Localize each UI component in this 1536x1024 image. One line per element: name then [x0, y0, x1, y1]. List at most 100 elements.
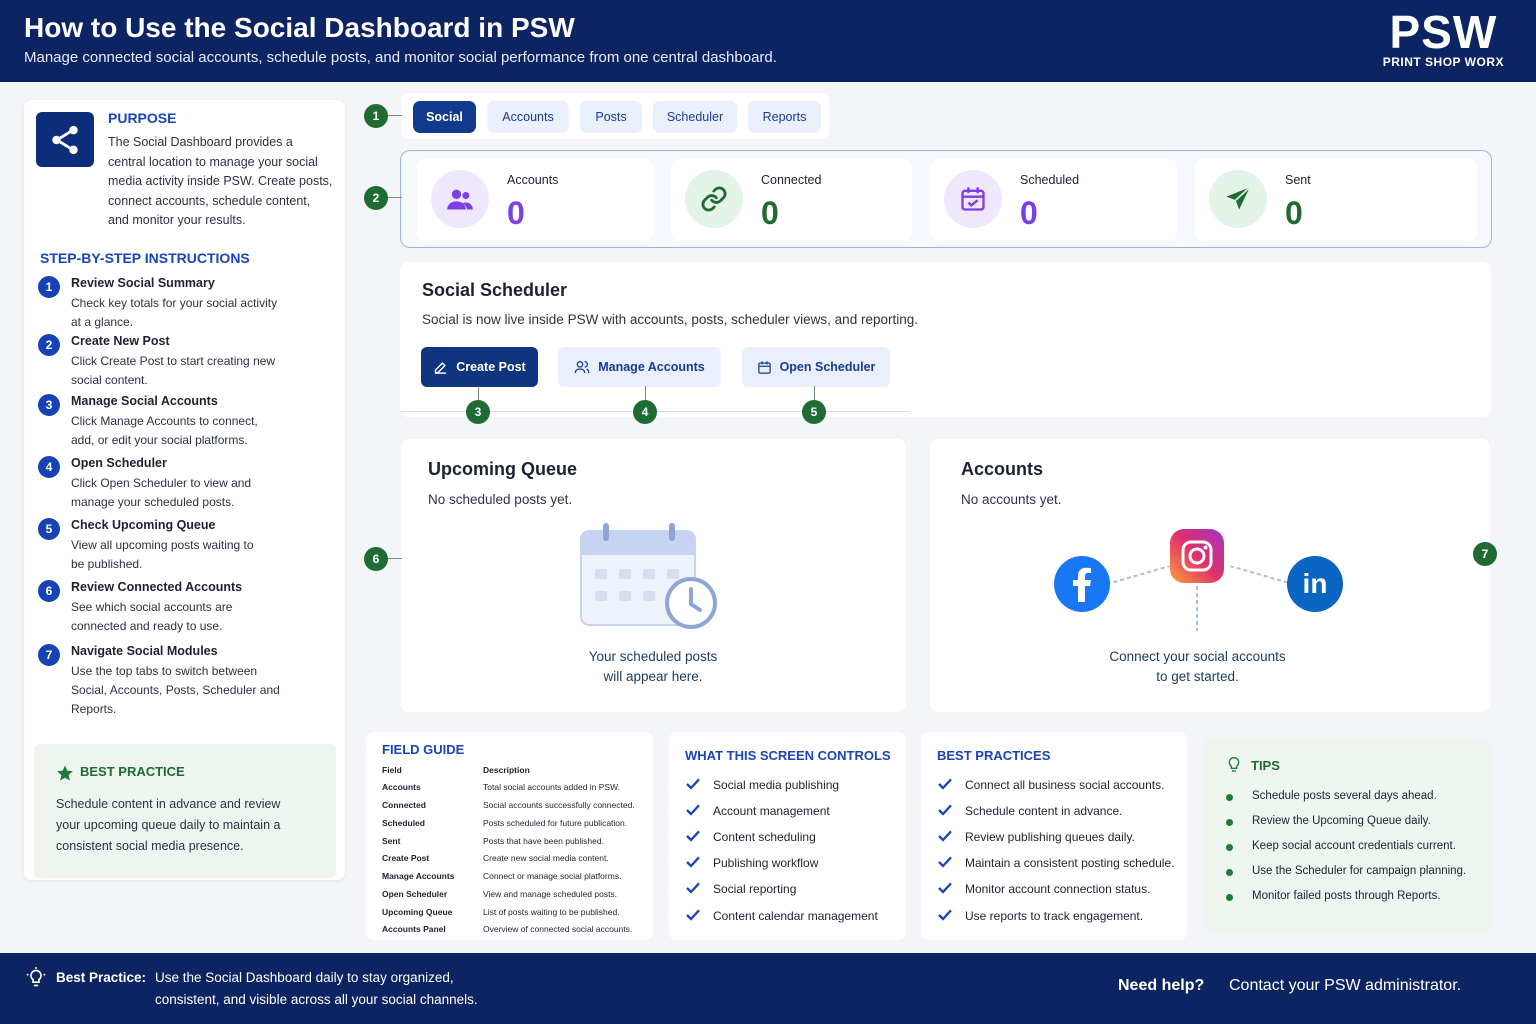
tips-title: TIPS — [1251, 758, 1280, 773]
check-icon — [938, 882, 952, 894]
check-icon — [686, 804, 700, 816]
users-icon — [574, 361, 590, 374]
step-title: Review Connected Accounts — [71, 580, 243, 594]
step-number: 3 — [38, 394, 60, 416]
check-icon — [686, 830, 700, 842]
field-description: Connect or manage social platforms. — [483, 871, 622, 881]
field-description: Posts that have been published. — [483, 836, 604, 846]
step-description: Use the top tabs to switch between Socia… — [71, 664, 280, 716]
field-guide-title: FIELD GUIDE — [382, 742, 465, 757]
list-item-label: Connect all business social accounts. — [965, 778, 1165, 792]
manage-accounts-button[interactable]: Manage Accounts — [558, 347, 721, 387]
social-summary: Accounts 0 Connected 0 Scheduled 0 Sent … — [400, 150, 1492, 248]
step-description: View all upcoming posts waiting to be pu… — [71, 538, 254, 571]
tab-posts[interactable]: Posts — [580, 101, 642, 133]
social-scheduler-card: Social Scheduler Social is now live insi… — [400, 262, 1491, 417]
field-name: Upcoming Queue — [382, 907, 453, 917]
callout-2: 2 — [364, 186, 388, 210]
logo-subtitle: PRINT SHOP WORX — [1382, 55, 1504, 69]
tab-accounts[interactable]: Accounts — [487, 101, 569, 133]
tab-scheduler[interactable]: Scheduler — [653, 101, 737, 133]
callout-4: 4 — [633, 400, 657, 424]
field-name: Scheduled — [382, 818, 425, 828]
tab-social[interactable]: Social — [413, 101, 476, 133]
step-title: Manage Social Accounts — [71, 394, 218, 408]
step-description: Click Create Post to start creating new … — [71, 354, 276, 387]
create-post-label: Create Post — [456, 360, 526, 374]
field-name: Connected — [382, 800, 426, 810]
edit-icon — [435, 361, 447, 374]
tip-label: Use the Scheduler for campaign planning. — [1252, 865, 1467, 877]
open-scheduler-button[interactable]: Open Scheduler — [742, 347, 890, 387]
field-name: Manage Accounts — [382, 871, 455, 881]
bullet — [1226, 794, 1233, 801]
check-icon — [686, 882, 700, 894]
field-description: View and manage scheduled posts. — [483, 889, 618, 899]
bullet — [1226, 869, 1233, 876]
link-icon — [685, 170, 743, 228]
field-description: Posts scheduled for future publication. — [483, 818, 628, 828]
callout-connector — [386, 115, 402, 116]
callout-connector — [386, 197, 402, 198]
tab-reports[interactable]: Reports — [748, 101, 821, 133]
screen-controls-card: WHAT THIS SCREEN CONTROLS Social media p… — [669, 732, 906, 940]
bullet — [1226, 894, 1233, 901]
list-item-label: Account management — [713, 804, 830, 818]
stat-value: 0 — [761, 195, 779, 231]
facebook-icon — [1054, 556, 1110, 612]
field-description: Overview of connected social accounts. — [483, 924, 633, 934]
step-description: Click Manage Accounts to connect, add, o… — [71, 414, 258, 447]
upcoming-queue-panel: Upcoming Queue No scheduled posts yet. Y… — [401, 439, 906, 712]
need-help-text: Need help? — [1118, 977, 1205, 994]
field-description: Total social accounts added in PSW. — [483, 782, 621, 792]
check-icon — [938, 804, 952, 816]
accounts-caption-line: to get started. — [1156, 669, 1239, 684]
list-item-label: Monitor account connection status. — [965, 882, 1151, 896]
psw-logo: PSW PRINT SHOP WORX — [1383, 6, 1504, 69]
list-item-label: Use reports to track engagement. — [965, 909, 1144, 923]
stat-value: 0 — [1285, 195, 1303, 231]
best-practice-title: BEST PRACTICE — [80, 764, 185, 779]
list-item-label: Content scheduling — [713, 830, 816, 844]
stat-card-connected: Connected 0 — [671, 159, 912, 241]
send-icon — [1209, 170, 1267, 228]
field-guide-card: FIELD GUIDE Field Description Accounts To… — [366, 732, 653, 940]
calendar-clock-icon — [580, 523, 717, 629]
field-name: Open Scheduler — [382, 889, 448, 899]
accounts-caption-line: Connect your social accounts — [1109, 649, 1286, 664]
stat-label: Sent — [1285, 173, 1311, 187]
list-item-label: Schedule content in advance. — [965, 804, 1123, 818]
callout-6: 6 — [364, 547, 388, 571]
stat-card-scheduled: Scheduled 0 — [930, 159, 1177, 241]
queue-caption-line: Your scheduled posts — [588, 649, 718, 664]
queue-caption-line: will appear here. — [603, 669, 703, 684]
create-post-button[interactable]: Create Post — [421, 347, 538, 387]
scheduler-description: Social is now live inside PSW with accou… — [422, 312, 918, 327]
bullet — [1226, 844, 1233, 851]
calendar-icon — [944, 170, 1002, 228]
field-name: Sent — [382, 836, 401, 846]
field-description: Create new social media content. — [483, 853, 609, 863]
stat-label: Accounts — [507, 173, 559, 187]
callout-7: 7 — [1473, 542, 1497, 566]
step-description: See which social accounts are connected … — [71, 600, 233, 633]
tip-label: Monitor failed posts through Reports. — [1252, 890, 1441, 902]
best-practices-title: BEST PRACTICES — [937, 748, 1051, 763]
page-title: How to Use the Social Dashboard in PSW — [24, 12, 575, 43]
screen-controls-title: WHAT THIS SCREEN CONTROLS — [685, 748, 891, 763]
check-icon — [686, 909, 700, 921]
stat-card-accounts: Accounts 0 — [417, 159, 654, 241]
step-title: Create New Post — [71, 334, 170, 348]
steps-title: STEP-BY-STEP INSTRUCTIONS — [40, 250, 250, 266]
lightbulb-icon — [1228, 756, 1240, 772]
open-scheduler-label: Open Scheduler — [779, 360, 876, 374]
manage-accounts-label: Manage Accounts — [598, 360, 705, 374]
tip-label: Review the Upcoming Queue daily. — [1252, 815, 1431, 827]
step-description: Check key totals for your social activit… — [71, 296, 278, 329]
callout-3: 3 — [466, 400, 490, 424]
stat-value: 0 — [507, 195, 525, 231]
check-icon — [686, 778, 700, 790]
field-name: Create Post — [382, 853, 430, 863]
step-number: 6 — [38, 580, 60, 602]
step-title: Check Upcoming Queue — [71, 518, 216, 532]
